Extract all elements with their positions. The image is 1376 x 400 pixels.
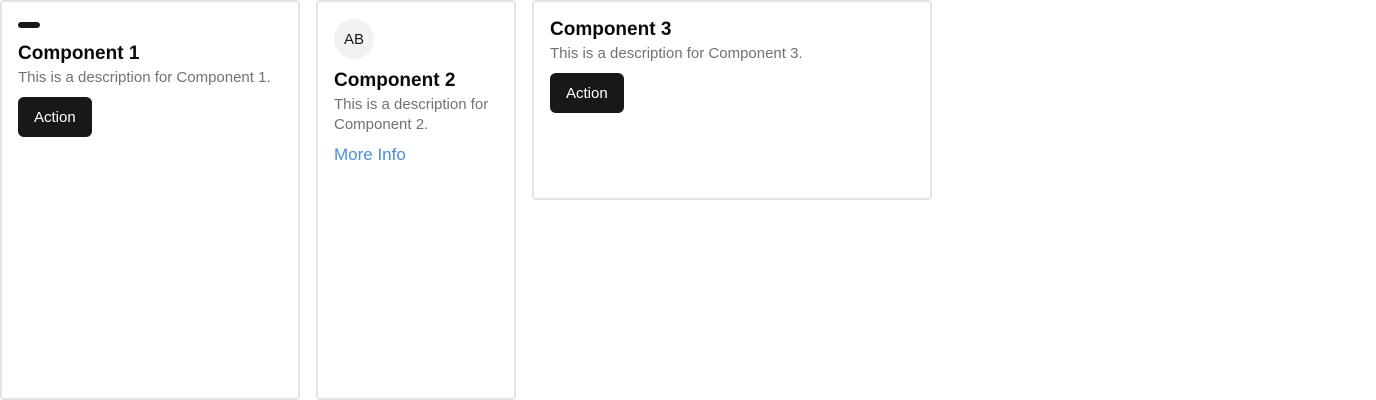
card-title: Component 1: [18, 43, 140, 64]
component-card-2: AB Component 2 This is a description for…: [316, 0, 516, 400]
component-card-3: Component 3 This is a description for Co…: [532, 0, 932, 200]
component-card-1: Component 1 This is a description for Co…: [0, 0, 300, 400]
card-title: Component 3: [550, 19, 672, 40]
card-title: Component 2: [334, 70, 456, 91]
card-description: This is a description for Component 3.: [550, 45, 803, 62]
action-button[interactable]: Action: [550, 73, 624, 113]
more-info-link[interactable]: More Info: [334, 145, 406, 165]
card-description: This is a description for Component 2.: [334, 96, 489, 133]
avatar: AB: [334, 19, 374, 59]
dash-icon: [18, 22, 40, 28]
card-description: This is a description for Component 1.: [18, 69, 271, 86]
action-button[interactable]: Action: [18, 97, 92, 137]
